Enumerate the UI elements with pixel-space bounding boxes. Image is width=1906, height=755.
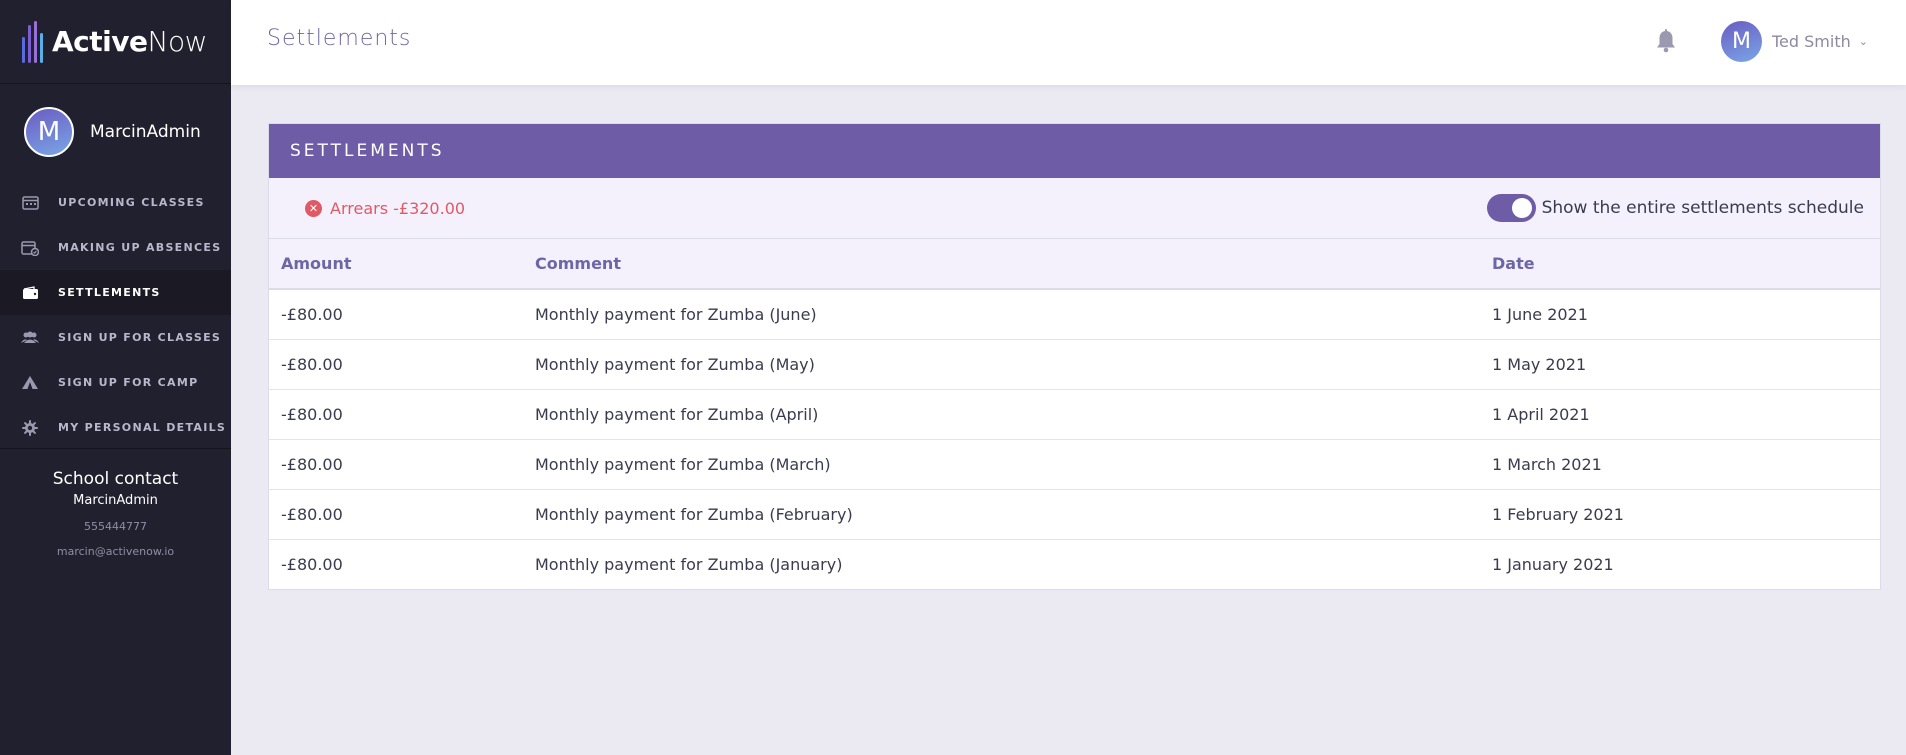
arrears-text: Arrears -£320.00 — [330, 198, 466, 218]
toggle-switch[interactable] — [1486, 194, 1536, 222]
cell-amount: -£80.00 — [269, 289, 523, 340]
sidebar-item-settlements[interactable]: SETTLEMENTS — [0, 270, 231, 315]
settlements-table: Amount Comment Date -£80.00 Monthly paym… — [269, 239, 1880, 589]
column-header-amount[interactable]: Amount — [269, 239, 523, 289]
cell-date: 1 June 2021 — [1480, 289, 1880, 340]
cell-comment: Monthly payment for Zumba (June) — [523, 289, 1480, 340]
brand-logo[interactable]: ActiveNow — [0, 0, 231, 84]
cell-comment: Monthly payment for Zumba (March) — [523, 439, 1480, 490]
calendar-icon — [20, 193, 40, 213]
card-title: SETTLEMENTS — [290, 141, 445, 161]
table-header-row: Amount Comment Date — [269, 239, 1880, 289]
sidebar-item-sign-up-for-classes[interactable]: SIGN UP FOR CLASSES — [0, 315, 231, 360]
cell-comment: Monthly payment for Zumba (January) — [535, 554, 843, 574]
page-title: Settlements — [267, 26, 412, 51]
table-row: -£80.00 Monthly payment for Zumba (June)… — [269, 289, 1880, 340]
toggle-knob — [1511, 198, 1532, 218]
table-row: -£80.00 Monthly payment for Zumba (May) … — [269, 339, 1880, 390]
table-row: -£80.00 Monthly payment for Zumba (Febru… — [269, 489, 1880, 540]
cell-date: 1 March 2021 — [1480, 439, 1880, 490]
table-row: -£80.00 Monthly payment for Zumba (Janua… — [269, 539, 1880, 589]
sidebar-item-label: SIGN UP FOR CAMP — [58, 376, 199, 389]
cell-date: 1 February 2021 — [1480, 489, 1880, 540]
sidebar-item-label: SETTLEMENTS — [58, 286, 161, 299]
arrears-status: ✕ Arrears -£320.00 — [305, 199, 465, 218]
gear-icon — [20, 418, 40, 438]
schedule-toggle[interactable]: Show the entire settlements schedule — [1486, 194, 1864, 222]
cell-amount: -£80.00 — [269, 489, 523, 540]
toggle-label: Show the entire settlements schedule — [1541, 198, 1864, 218]
contact-name: MarcinAdmin — [73, 493, 158, 508]
school-contact: School contact MarcinAdmin 555444777 mar… — [0, 448, 231, 558]
error-circle-icon: ✕ — [305, 199, 322, 217]
sidebar-item-label: UPCOMING CLASSES — [58, 196, 205, 209]
cell-amount: -£80.00 — [269, 389, 523, 440]
sidebar-item-label: MY PERSONAL DETAILS — [58, 421, 227, 434]
sidebar-item-my-personal-details[interactable]: MY PERSONAL DETAILS — [0, 405, 231, 450]
avatar: M — [24, 107, 74, 157]
table-row: -£80.00 Monthly payment for Zumba (April… — [269, 389, 1880, 440]
sidebar-item-making-up-absences[interactable]: MAKING UP ABSENCES — [0, 225, 231, 270]
cell-date: 1 April 2021 — [1480, 389, 1880, 440]
sidebar-item-upcoming-classes[interactable]: UPCOMING CLASSES — [0, 180, 231, 225]
users-icon — [20, 328, 40, 348]
profile-name: MarcinAdmin — [90, 122, 201, 142]
status-bar: ✕ Arrears -£320.00 Show the entire settl… — [269, 178, 1880, 239]
column-header-date[interactable]: Date — [1480, 239, 1880, 289]
sidebar-profile[interactable]: M MarcinAdmin — [0, 84, 231, 180]
cell-date: 1 May 2021 — [1480, 339, 1880, 390]
contact-title: School contact — [52, 469, 179, 489]
sidebar-item-label: MAKING UP ABSENCES — [58, 241, 222, 254]
logo-mark-icon — [22, 20, 43, 63]
cell-amount: -£80.00 — [269, 339, 523, 390]
user-menu[interactable]: M Ted Smith ⌄ — [1721, 21, 1868, 62]
wallet-icon — [20, 283, 40, 303]
cell-comment: Monthly payment for Zumba (May) — [523, 339, 1480, 390]
top-header: Settlements M Ted Smith ⌄ — [231, 0, 1906, 85]
brand-name: ActiveNow — [52, 25, 207, 58]
sidebar: ActiveNow M MarcinAdmin UPCOMING CLASSES… — [0, 0, 231, 755]
cell-amount: -£80.00 — [281, 554, 343, 574]
table-row: -£80.00 Monthly payment for Zumba (March… — [269, 439, 1880, 490]
cell-comment: Monthly payment for Zumba (April) — [523, 389, 1480, 440]
cell-comment: Monthly payment for Zumba (February) — [523, 489, 1480, 540]
column-header-comment[interactable]: Comment — [523, 239, 1480, 289]
card-header: SETTLEMENTS — [269, 124, 1880, 178]
tent-icon — [20, 373, 40, 393]
bell-icon[interactable] — [1655, 29, 1679, 55]
settlements-card: SETTLEMENTS ✕ Arrears -£320.00 Show the … — [268, 123, 1881, 590]
sidebar-item-sign-up-for-camp[interactable]: SIGN UP FOR CAMP — [0, 360, 231, 405]
sidebar-item-label: SIGN UP FOR CLASSES — [58, 331, 222, 344]
avatar: M — [1721, 21, 1762, 62]
chevron-down-icon: ⌄ — [1858, 35, 1868, 48]
calendar-check-icon — [20, 238, 40, 258]
cell-date: 1 January 2021 — [1492, 554, 1614, 574]
contact-email[interactable]: marcin@activenow.io — [0, 545, 231, 558]
user-name: Ted Smith — [1772, 32, 1851, 51]
contact-phone[interactable]: 555444777 — [0, 520, 231, 533]
cell-amount: -£80.00 — [269, 439, 523, 490]
